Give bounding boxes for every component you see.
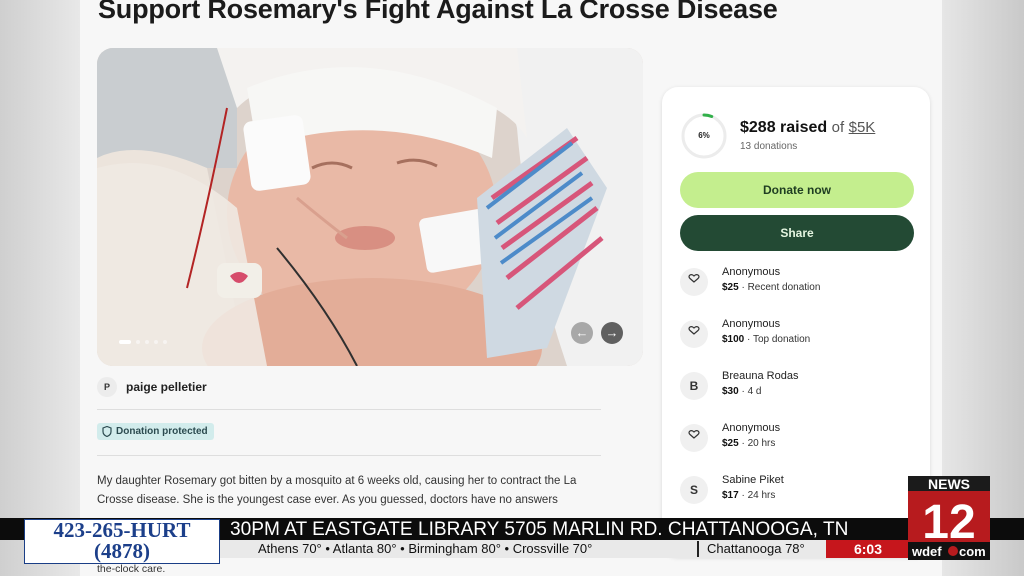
donation-item: Anonymous $100 · Top donation xyxy=(680,315,920,355)
weather-ticker: Athens 70° • Atlanta 80° • Birmingham 80… xyxy=(258,541,593,556)
goal-amount[interactable]: $5K xyxy=(849,119,876,136)
donation-item: Anonymous $25 · 20 hrs xyxy=(680,419,920,459)
organizer-avatar: P xyxy=(97,377,117,397)
arrow-left-icon[interactable]: ← xyxy=(571,322,593,344)
donor-name: Anonymous xyxy=(722,318,781,330)
heart-hand-icon xyxy=(680,268,708,296)
carousel-dot[interactable] xyxy=(163,340,167,344)
svg-text:wdef: wdef xyxy=(911,544,942,559)
weather-local: Chattanooga 78° xyxy=(707,541,805,556)
heart-hand-icon xyxy=(680,424,708,452)
donor-name: Breauna Rodas xyxy=(722,370,799,382)
donate-now-button[interactable]: Donate now xyxy=(680,172,914,208)
carousel-dot[interactable] xyxy=(145,340,149,344)
story-text-continued: the-clock care. xyxy=(97,563,166,575)
carousel-dot[interactable] xyxy=(154,340,158,344)
svg-text:12: 12 xyxy=(922,496,975,549)
background-left xyxy=(0,0,80,576)
baby-photo-illustration xyxy=(97,48,643,366)
carousel-dot-active[interactable] xyxy=(119,340,131,344)
donation-protected-label: Donation protected xyxy=(116,426,208,437)
donation-count: 13 donations xyxy=(740,141,798,152)
broadcast-clock: 6:03 xyxy=(853,541,883,557)
sponsor-phone: 423-265-HURT xyxy=(53,518,191,542)
donor-avatar: B xyxy=(680,372,708,400)
donation-item: S Sabine Piket $17 · 24 hrs xyxy=(680,471,920,511)
donor-amount: $25 · Recent donation xyxy=(722,282,821,293)
donor-amount: $30 · 4 d xyxy=(722,386,762,397)
donor-name: Sabine Piket xyxy=(722,474,784,486)
ticker-divider xyxy=(697,541,699,557)
donation-item: B Breauna Rodas $30 · 4 d xyxy=(680,367,920,407)
donor-name: Anonymous xyxy=(722,422,781,434)
divider xyxy=(97,409,601,410)
news-ticker-text: 30PM AT EASTGATE LIBRARY 5705 MARLIN RD.… xyxy=(230,518,849,540)
fundraiser-page: Support Rosemary's Fight Against La Cros… xyxy=(80,0,942,576)
campaign-photo[interactable]: ← → xyxy=(97,48,643,366)
heart-hand-icon xyxy=(680,320,708,348)
raised-summary: $288 raised of $5K xyxy=(740,119,875,137)
donor-amount: $17 · 24 hrs xyxy=(722,490,776,501)
donor-name: Anonymous xyxy=(722,266,781,278)
divider xyxy=(97,455,601,456)
donor-amount: $100 · Top donation xyxy=(722,334,811,345)
donation-card: 6% $288 raised of $5K 13 donations Donat… xyxy=(662,87,930,557)
page-title: Support Rosemary's Fight Against La Cros… xyxy=(98,0,778,24)
raised-of: of xyxy=(831,119,845,136)
share-button[interactable]: Share xyxy=(680,215,914,251)
news12-logo: NEWS 12 wdef com xyxy=(908,476,990,560)
arrow-right-icon[interactable]: → xyxy=(601,322,623,344)
carousel-dot[interactable] xyxy=(136,340,140,344)
donor-amount: $25 · 20 hrs xyxy=(722,438,776,449)
donation-protected-badge[interactable]: Donation protected xyxy=(97,423,214,440)
sponsor-phone-digits: (4878) xyxy=(94,539,150,563)
carousel-dots xyxy=(119,340,167,344)
organizer[interactable]: P paige pelletier xyxy=(97,377,207,397)
shield-icon xyxy=(102,426,112,437)
raised-amount: $288 raised xyxy=(740,119,828,136)
svg-text:NEWS: NEWS xyxy=(928,476,970,492)
donor-avatar: S xyxy=(680,476,708,504)
organizer-name[interactable]: paige pelletier xyxy=(126,380,207,394)
svg-text:com: com xyxy=(959,544,986,559)
progress-percent: 6% xyxy=(698,131,710,140)
story-text: My daughter Rosemary got bitten by a mos… xyxy=(97,475,577,506)
donation-item: Anonymous $25 · Recent donation xyxy=(680,263,920,303)
